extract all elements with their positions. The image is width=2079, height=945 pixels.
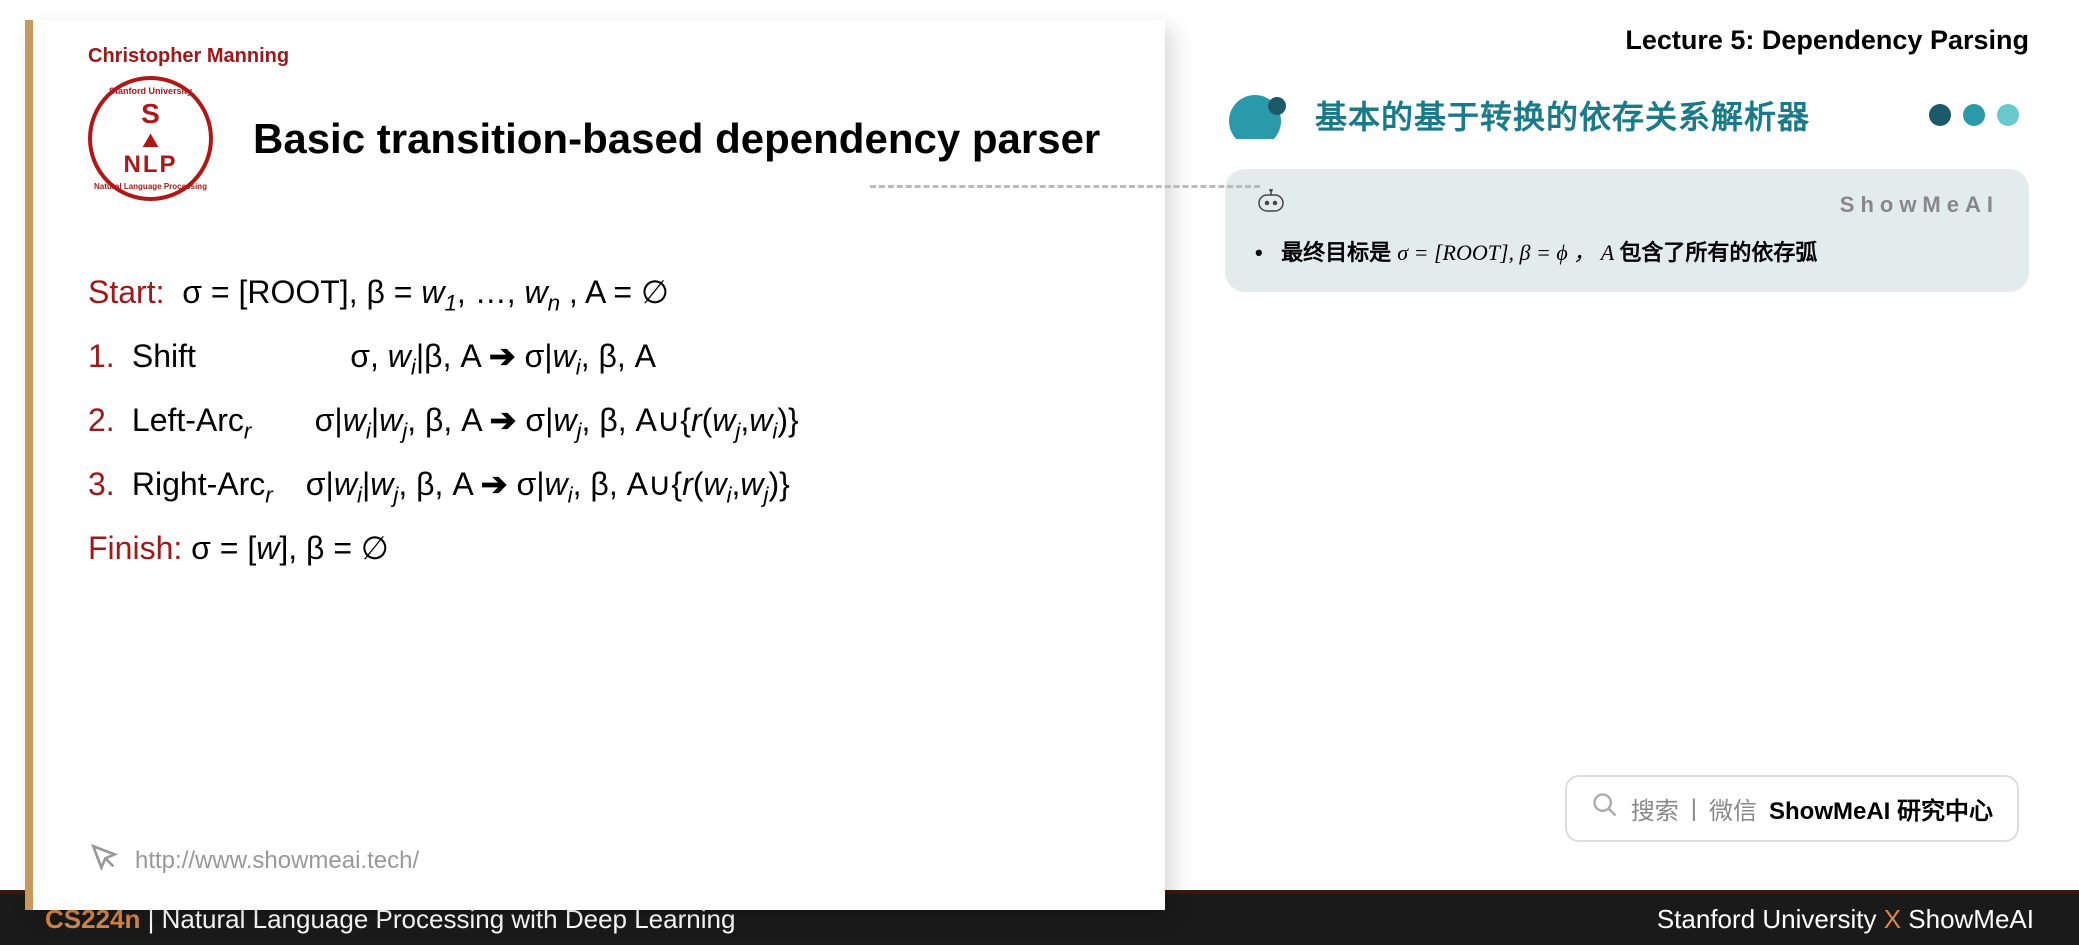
rule-op: Shift <box>132 325 297 387</box>
footer-x: X <box>1884 904 1901 934</box>
arrow-icon: ➔ <box>489 338 516 374</box>
slide-panel: Christopher Manning Stanford University … <box>25 20 1165 910</box>
notes-panel: Lecture 5: Dependency Parsing 基本的基于转换的依存… <box>1205 20 2054 870</box>
rule-number: 2. <box>88 389 123 451</box>
cursor-icon <box>88 841 120 880</box>
logo-nlp-text: NLP <box>124 152 178 178</box>
url-footer: http://www.showmeai.tech/ <box>88 841 419 880</box>
dot-icon <box>1929 104 1951 126</box>
footer-right: Stanford University X ShowMeAI <box>1657 904 2034 935</box>
search-label-1: 搜索 <box>1631 791 1679 826</box>
bullet-dot: • <box>1255 240 1275 266</box>
author-name: Christopher Manning <box>88 45 1130 68</box>
algo-rule-1: 1. Shift σ, wi|β, A ➔ σ|wi, β, A <box>88 325 1130 389</box>
finish-keyword: Finish: <box>88 530 182 566</box>
decorative-dots <box>1929 104 2019 126</box>
note-box: ShowMeAI • 最终目标是 σ = [ROOT], β = ϕ ， A 包… <box>1225 169 2029 292</box>
rule-op: Left-Arcr <box>132 389 297 453</box>
lecture-header: Lecture 5: Dependency Parsing <box>1225 25 2029 56</box>
connector-line <box>870 185 1260 188</box>
search-brand: ShowMeAI 研究中心 <box>1769 791 1993 826</box>
search-pill[interactable]: 搜索 | 微信 ShowMeAI 研究中心 <box>1565 775 2019 842</box>
algo-rule-2: 2. Left-Arcr σ|wi|wj, β, A ➔ σ|wj, β, A∪… <box>88 389 1130 453</box>
logo-ring-text-top: Stanford University <box>109 86 192 96</box>
slide-title: Basic transition-based dependency parser <box>253 115 1100 163</box>
rule-number: 3. <box>88 453 123 515</box>
algorithm-block: Start: σ = [ROOT], β = w1, …, wn , A = ∅… <box>88 261 1130 580</box>
arrow-icon: ➔ <box>481 466 508 502</box>
algo-start-line: Start: σ = [ROOT], β = w1, …, wn , A = ∅ <box>88 261 1130 325</box>
url-text[interactable]: http://www.showmeai.tech/ <box>135 847 419 875</box>
brand-text: ShowMeAI <box>1840 192 1999 218</box>
blob-decoration-icon <box>1225 91 1300 139</box>
rule-number: 1. <box>88 325 123 387</box>
start-keyword: Start: <box>88 274 164 310</box>
bot-icon <box>1255 189 1287 220</box>
rule-op: Right-Arcr <box>132 453 297 517</box>
note-formula: σ = [ROOT], β = ϕ ， A <box>1397 240 1619 265</box>
algo-finish-line: Finish: σ = [w], β = ∅ <box>88 517 1130 579</box>
search-label-2: 微信 <box>1709 791 1757 826</box>
arrow-icon: ➔ <box>490 402 517 438</box>
search-icon <box>1591 791 1619 826</box>
start-formula: σ = [ROOT], β = w1, …, wn , A = ∅ <box>182 274 669 310</box>
footer-university: Stanford University <box>1657 904 1884 934</box>
algo-rule-3: 3. Right-Arcr σ|wi|wj, β, A ➔ σ|wi, β, A… <box>88 453 1130 517</box>
footer-brand: ShowMeAI <box>1901 904 2034 934</box>
note-suffix: 包含了所有的依存弧 <box>1619 240 1817 265</box>
stanford-nlp-logo: Stanford University S ⛰ NLP Natural Lang… <box>88 76 213 201</box>
section-title-row: 基本的基于转换的依存关系解析器 <box>1225 91 2029 139</box>
logo-ring-text-bottom: Natural Language Processing <box>94 182 207 191</box>
logo-mountain-icon: ⛰ <box>124 130 178 152</box>
note-prefix: 最终目标是 <box>1281 240 1397 265</box>
dot-icon <box>1997 104 2019 126</box>
section-title: 基本的基于转换的依存关系解析器 <box>1315 92 1810 138</box>
logo-letter-s: S <box>124 99 178 130</box>
dot-icon <box>1963 104 1985 126</box>
search-sep: | <box>1691 795 1697 823</box>
note-bullet: • 最终目标是 σ = [ROOT], β = ϕ ， A 包含了所有的依存弧 <box>1255 235 1999 267</box>
